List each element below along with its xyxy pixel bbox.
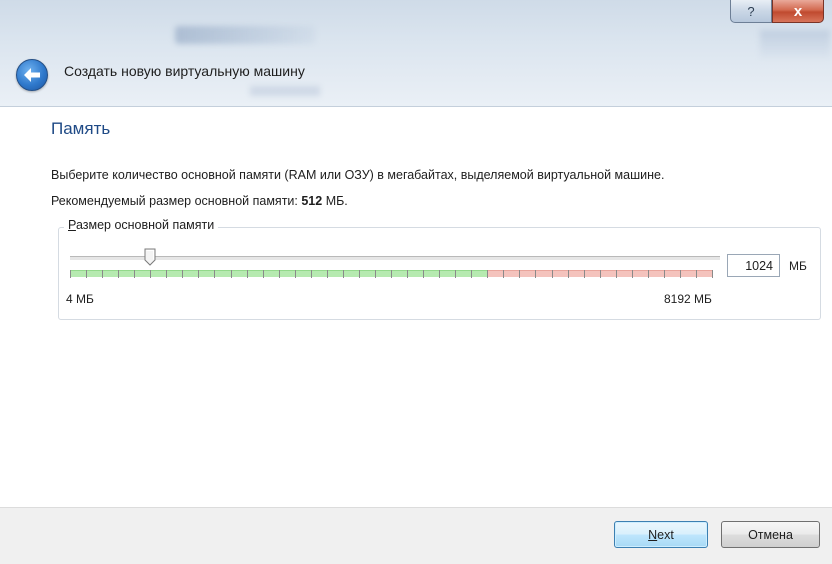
background-window-blur bbox=[250, 86, 320, 96]
slider-ticks bbox=[70, 266, 713, 280]
slider-tick bbox=[70, 270, 71, 278]
slider-tick bbox=[632, 270, 633, 278]
slider-tick bbox=[439, 270, 440, 278]
memory-slider-track[interactable] bbox=[70, 256, 720, 261]
slider-tick bbox=[166, 270, 167, 278]
slider-tick bbox=[198, 270, 199, 278]
slider-tick bbox=[423, 270, 424, 278]
background-window-blur bbox=[760, 30, 830, 58]
back-button[interactable] bbox=[16, 59, 48, 91]
recommended-memory-text: Рекомендуемый размер основной памяти: 51… bbox=[51, 194, 348, 208]
slider-tick bbox=[696, 270, 697, 278]
slider-tick bbox=[568, 270, 569, 278]
slider-tick bbox=[295, 270, 296, 278]
slider-tick bbox=[327, 270, 328, 278]
page-title: Память bbox=[51, 119, 111, 138]
slider-tick bbox=[247, 270, 248, 278]
slider-max-label: 8192 МБ bbox=[664, 292, 712, 306]
slider-tick bbox=[471, 270, 472, 278]
slider-tick bbox=[214, 270, 215, 278]
memory-slider-handle[interactable] bbox=[144, 248, 156, 266]
slider-tick bbox=[375, 270, 376, 278]
help-icon: ? bbox=[747, 3, 755, 19]
slider-tick bbox=[503, 270, 504, 278]
slider-tick bbox=[455, 270, 456, 278]
slider-tick bbox=[182, 270, 183, 278]
window-controls: ? x bbox=[730, 0, 824, 26]
slider-tick bbox=[118, 270, 119, 278]
slider-tick bbox=[102, 270, 103, 278]
slider-tick bbox=[343, 270, 344, 278]
slider-tick bbox=[150, 270, 151, 278]
group-label-accelerator: Р bbox=[68, 218, 76, 232]
slider-tick bbox=[279, 270, 280, 278]
slider-tick bbox=[311, 270, 312, 278]
recommended-suffix: МБ. bbox=[322, 194, 348, 208]
slider-tick bbox=[552, 270, 553, 278]
slider-tick bbox=[519, 270, 520, 278]
slider-tick bbox=[407, 270, 408, 278]
close-icon: x bbox=[793, 2, 803, 20]
back-arrow-icon bbox=[24, 68, 40, 82]
recommended-value: 512 bbox=[301, 194, 323, 208]
slider-tick bbox=[584, 270, 585, 278]
memory-size-group-label: Размер основной памяти bbox=[64, 218, 219, 232]
slider-tick bbox=[600, 270, 601, 278]
help-button[interactable]: ? bbox=[730, 0, 772, 23]
next-label: ext bbox=[657, 527, 674, 542]
slider-tick bbox=[535, 270, 536, 278]
background-window-blur bbox=[175, 26, 315, 44]
slider-tick bbox=[712, 270, 713, 278]
slider-tick bbox=[391, 270, 392, 278]
close-button[interactable]: x bbox=[772, 0, 824, 23]
slider-tick bbox=[616, 270, 617, 278]
slider-tick bbox=[263, 270, 264, 278]
memory-size-input[interactable] bbox=[727, 254, 780, 277]
next-button[interactable]: Next bbox=[614, 521, 708, 548]
slider-min-label: 4 МБ bbox=[66, 292, 94, 306]
recommended-prefix: Рекомендуемый размер основной памяти: bbox=[51, 194, 302, 208]
page-description: Выберите количество основной памяти (RAM… bbox=[51, 168, 665, 182]
slider-tick bbox=[487, 270, 488, 278]
next-accelerator: N bbox=[648, 527, 658, 542]
slider-tick bbox=[359, 270, 360, 278]
memory-unit-label: МБ bbox=[789, 259, 807, 273]
slider-tick bbox=[134, 270, 135, 278]
slider-tick bbox=[648, 270, 649, 278]
wizard-title: Создать новую виртуальную машину bbox=[64, 63, 305, 79]
slider-tick bbox=[664, 270, 665, 278]
slider-tick bbox=[86, 270, 87, 278]
window-titlebar: ? x Создать новую виртуальную машину bbox=[0, 0, 832, 107]
group-label-text: азмер основной памяти bbox=[75, 218, 215, 232]
cancel-button[interactable]: Отмена bbox=[721, 521, 820, 548]
slider-tick bbox=[680, 270, 681, 278]
slider-tick bbox=[231, 270, 232, 278]
